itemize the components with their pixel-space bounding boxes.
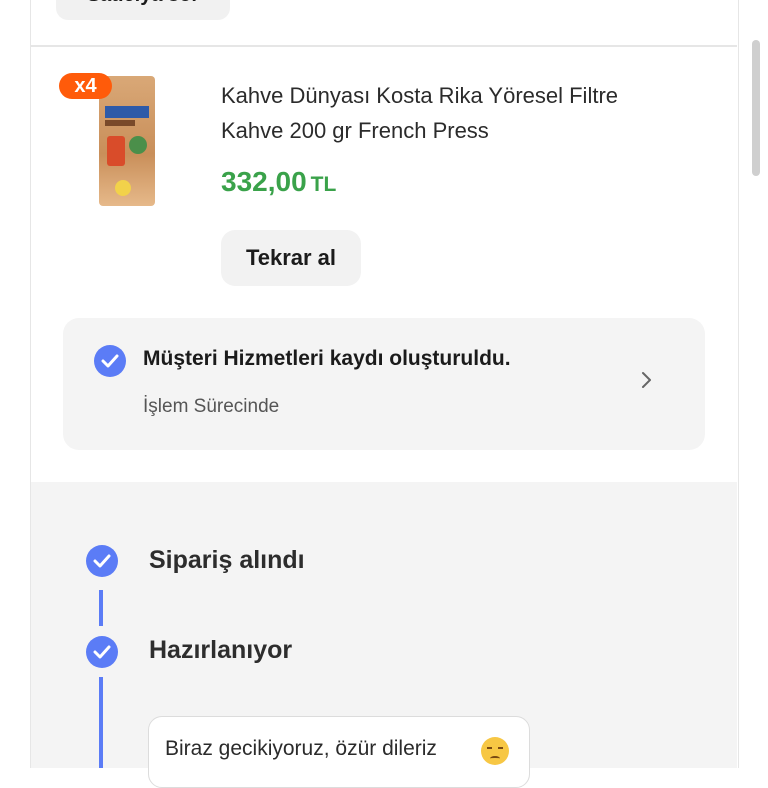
timeline-step-label: Sipariş alındı: [149, 546, 305, 574]
price-value: 332,00: [221, 166, 307, 197]
timeline-connector: [99, 677, 103, 768]
quantity-badge: x4: [59, 73, 112, 99]
customer-service-status: İşlem Sürecinde: [143, 396, 280, 417]
scrollbar[interactable]: [752, 40, 760, 176]
rebuy-button[interactable]: Tekrar al: [221, 230, 361, 286]
check-icon: [94, 345, 126, 377]
product-title[interactable]: Kahve Dünyası Kosta Rika Yöresel Filtre …: [221, 78, 681, 148]
price-currency: TL: [310, 173, 337, 196]
customer-service-card[interactable]: [63, 318, 705, 450]
customer-service-title: Müşteri Hizmetleri kaydı oluşturuldu.: [143, 347, 511, 370]
step-check-icon: [86, 636, 118, 668]
delay-message-text: Biraz gecikiyoruz, özür dileriz: [165, 737, 437, 760]
timeline-connector: [99, 590, 103, 626]
step-check-icon: [86, 545, 118, 577]
product-price: 332,00 TL: [221, 166, 336, 198]
divider: [31, 45, 737, 47]
ask-seller-button[interactable]: Satıcıya sor: [56, 0, 230, 20]
ask-seller-label: Satıcıya sor: [56, 0, 230, 14]
timeline-step-label: Hazırlanıyor: [149, 636, 293, 664]
chevron-right-icon[interactable]: [640, 370, 654, 395]
pensive-face-icon: [481, 737, 509, 765]
